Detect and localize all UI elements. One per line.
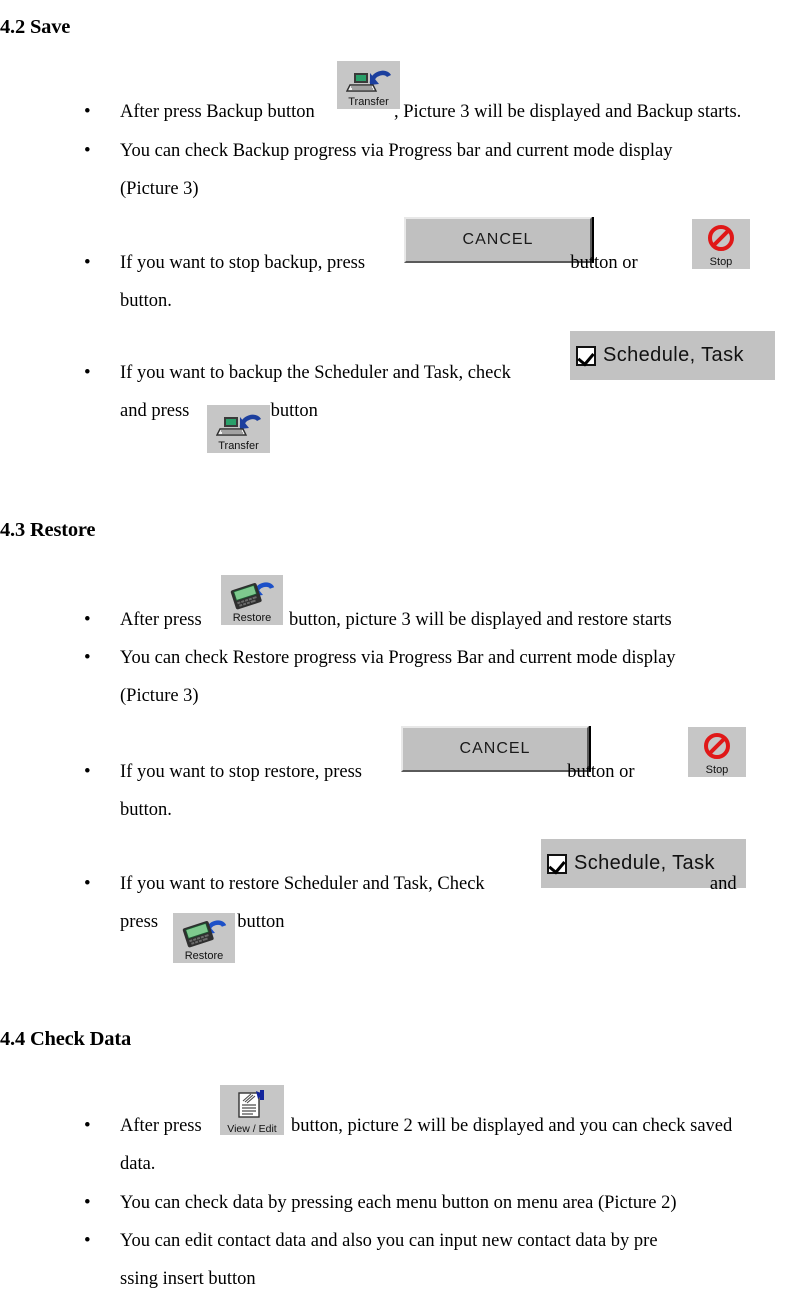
list-item: • If you want to backup the Scheduler an… bbox=[84, 354, 800, 430]
restore-b4-text-after: press bbox=[120, 912, 159, 932]
save-b1-text-after: , Picture 3 will be displayed and Backup… bbox=[393, 102, 742, 122]
document-page: 4.2 Save Transfer • After press Backup b… bbox=[0, 0, 801, 1291]
list-item: • After press Backup button , Picture 3 … bbox=[84, 93, 800, 131]
check-b2-line1: You can check data by pressing each menu… bbox=[120, 1193, 677, 1213]
restore-button-label: Restore bbox=[184, 950, 224, 962]
restore-b2-line1: You can check Restore progress via Progr… bbox=[120, 648, 676, 668]
restore-b4-text-middle: and bbox=[709, 874, 737, 894]
bullet-glyph: • bbox=[84, 647, 91, 668]
save-b3-text-before: If you want to stop backup, press bbox=[120, 253, 366, 273]
section-heading-check-data: 4.4 Check Data bbox=[0, 1028, 132, 1050]
bullet-glyph: • bbox=[84, 101, 91, 122]
transfer-button-label: Transfer bbox=[218, 440, 259, 452]
save-b4-text-middle: and press bbox=[120, 401, 190, 421]
check-b1-text-before: After press bbox=[120, 1116, 202, 1136]
bullet-glyph: • bbox=[84, 1192, 91, 1213]
bullet-glyph: • bbox=[84, 609, 91, 630]
restore-b1-text-before: After press bbox=[120, 610, 202, 630]
bullet-glyph: • bbox=[84, 873, 91, 894]
restore-b2-line2: (Picture 3) bbox=[120, 686, 199, 706]
bullet-glyph: • bbox=[84, 362, 91, 383]
save-b1-text-before: After press Backup button bbox=[120, 102, 315, 122]
list-item: • If you want to restore Scheduler and T… bbox=[84, 865, 800, 941]
save-b4-text-before: If you want to backup the Scheduler and … bbox=[120, 363, 511, 383]
restore-b1-text-after: button, picture 3 will be displayed and … bbox=[288, 610, 672, 630]
restore-b3-text-before: If you want to stop restore, press bbox=[120, 762, 362, 782]
restore-b3-text-middle: button or bbox=[567, 762, 635, 782]
save-b4-text-after: button bbox=[270, 401, 318, 421]
save-b3-text-middle: button or bbox=[570, 253, 638, 273]
restore-b4-text-end: button bbox=[237, 912, 285, 932]
list-item: • If you want to stop backup, press butt… bbox=[84, 244, 800, 320]
list-item: • If you want to stop restore, press but… bbox=[84, 753, 800, 829]
list-item: • After press button, picture 2 will be … bbox=[84, 1107, 800, 1183]
list-item: • You can check Restore progress via Pro… bbox=[84, 639, 800, 715]
computer-transfer-icon bbox=[337, 61, 400, 97]
list-item: • You can check Backup progress via Prog… bbox=[84, 132, 800, 208]
section-heading-save: 4.2 Save bbox=[0, 16, 71, 38]
list-item: • You can check data by pressing each me… bbox=[84, 1184, 800, 1222]
list-item: • After press button, picture 3 will be … bbox=[84, 601, 800, 639]
bullet-glyph: • bbox=[84, 761, 91, 782]
bullet-glyph: • bbox=[84, 252, 91, 273]
check-b3-line2: ssing insert button bbox=[120, 1269, 256, 1289]
bullet-glyph: • bbox=[84, 140, 91, 161]
check-b1-line2: data. bbox=[120, 1154, 156, 1174]
save-b2-line1: You can check Backup progress via Progre… bbox=[120, 141, 673, 161]
restore-b4-text-before: If you want to restore Scheduler and Tas… bbox=[120, 874, 485, 894]
save-b3-text-after: button. bbox=[120, 291, 172, 311]
restore-b3-text-after: button. bbox=[120, 800, 172, 820]
bullet-glyph: • bbox=[84, 1230, 91, 1251]
check-b3-line1: You can edit contact data and also you c… bbox=[120, 1231, 658, 1251]
bullet-glyph: • bbox=[84, 1115, 91, 1136]
section-heading-restore: 4.3 Restore bbox=[0, 519, 96, 541]
save-b2-line2: (Picture 3) bbox=[120, 179, 199, 199]
list-item: • You can edit contact data and also you… bbox=[84, 1222, 800, 1298]
check-b1-text-after: button, picture 2 will be displayed and … bbox=[290, 1116, 733, 1136]
